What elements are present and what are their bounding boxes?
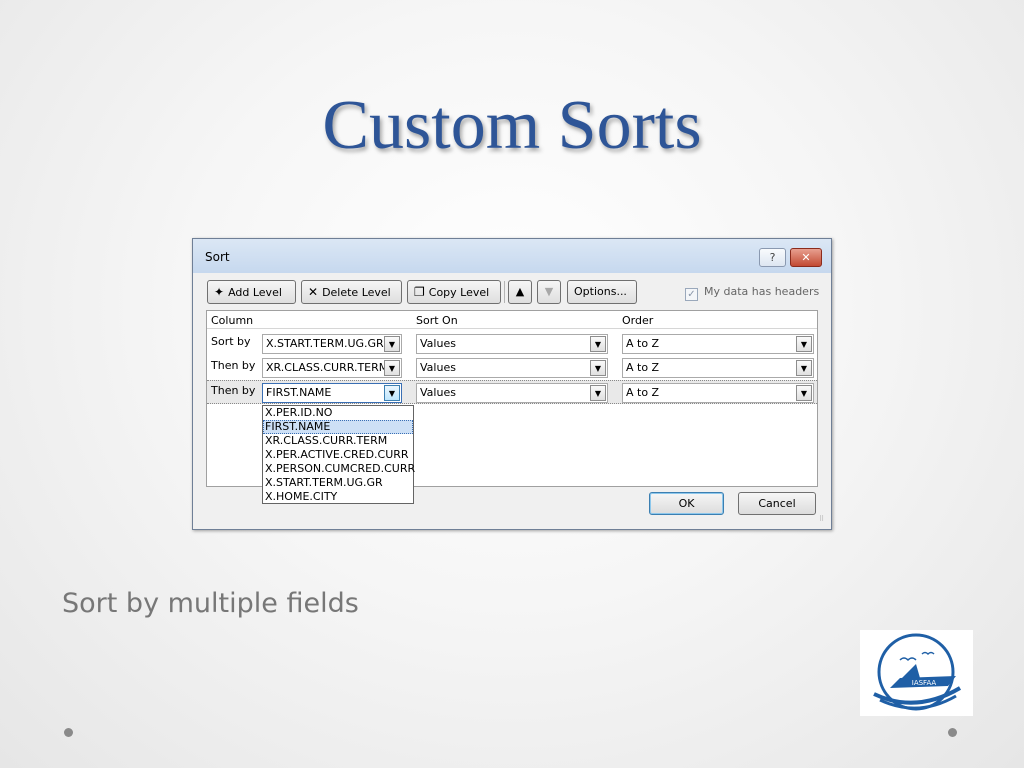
dropdown-arrow-icon[interactable]: ▼ [796,360,812,376]
order-select[interactable]: A to Z ▼ [622,383,814,403]
dropdown-arrow-icon[interactable]: ▼ [796,385,812,401]
logo-text: IASFAA [912,679,937,687]
delete-level-button[interactable]: ✕ Delete Level [301,280,402,304]
move-up-button[interactable]: ▲ [508,280,532,304]
add-level-button[interactable]: ✦ Add Level [207,280,296,304]
nav-dot-right [948,728,957,737]
dropdown-arrow-icon[interactable]: ▼ [590,360,606,376]
dropdown-option[interactable]: X.HOME.CITY [263,490,413,504]
headers-checkbox-label: My data has headers [704,285,820,298]
add-level-icon: ✦ [214,285,225,299]
dropdown-option[interactable]: X.PERSON.CUMCRED.CURR [263,462,415,476]
order-header: Order [622,314,654,327]
cancel-button[interactable]: Cancel [738,492,816,515]
column-select[interactable]: X.START.TERM.UG.GR ▼ [262,334,402,354]
add-level-label: Add Level [228,286,282,299]
dialog-title: Sort [205,250,230,264]
dropdown-option[interactable]: X.START.TERM.UG.GR [263,476,413,490]
column-select[interactable]: XR.CLASS.CURR.TERM ▼ [262,358,402,378]
headers-checkbox-wrap[interactable]: ✓ My data has headers [685,285,819,301]
sort-on-select[interactable]: Values ▼ [416,334,608,354]
row-label: Sort by [211,335,251,348]
move-down-button[interactable]: ▼ [537,280,561,304]
copy-icon: ❐ [414,285,425,299]
sort-level-row-selected[interactable]: Then by FIRST.NAME ▼ Values ▼ A to Z ▼ [207,380,817,404]
sort-level-row[interactable]: Sort by X.START.TERM.UG.GR ▼ Values ▼ A to… [207,332,817,356]
dropdown-arrow-icon[interactable]: ▼ [590,336,606,352]
dropdown-option[interactable]: FIRST.NAME [263,420,413,434]
move-down-icon: ▼ [544,285,554,298]
delete-level-label: Delete Level [322,286,391,299]
sort-on-header: Sort On [416,314,458,327]
ok-button[interactable]: OK [649,492,724,515]
dropdown-option[interactable]: XR.CLASS.CURR.TERM [263,434,413,448]
order-select[interactable]: A to Z ▼ [622,358,814,378]
options-button[interactable]: Options... [567,280,637,304]
copy-level-label: Copy Level [428,286,490,299]
order-value: A to Z [626,386,660,399]
column-value: XR.CLASS.CURR.TERM [266,361,389,374]
sort-dialog: Sort ? ✕ ✦ Add Level ✕ Delete Level ❐ Copy … [192,238,832,530]
dropdown-arrow-icon[interactable]: ▼ [590,385,606,401]
sort-on-select[interactable]: Values ▼ [416,383,608,403]
column-value: FIRST.NAME [266,386,332,399]
column-value: X.START.TERM.UG.GR [266,337,384,350]
row-label: Then by [211,384,256,397]
grid-header: Column Sort On Order [207,311,817,329]
sort-on-value: Values [420,361,456,374]
close-button[interactable]: ✕ [790,248,822,267]
row-label: Then by [211,359,256,372]
headers-checkbox[interactable]: ✓ [685,288,698,301]
sort-on-select[interactable]: Values ▼ [416,358,608,378]
slide-subtitle: Sort by multiple fields [62,588,359,619]
dropdown-option[interactable]: X.PER.ACTIVE.CRED.CURR [263,448,413,462]
move-up-icon: ▲ [515,285,525,298]
dropdown-arrow-icon[interactable]: ▼ [384,360,400,376]
delete-x-icon: ✕ [308,285,319,299]
order-value: A to Z [626,361,660,374]
copy-level-button[interactable]: ❐ Copy Level [407,280,501,304]
dropdown-arrow-icon[interactable]: ▼ [384,336,400,352]
slide-title: Custom Sorts [322,87,702,164]
sort-on-value: Values [420,386,456,399]
dropdown-arrow-icon[interactable]: ▼ [796,336,812,352]
column-dropdown-list: X.PER.ID.NO FIRST.NAME XR.CLASS.CURR.TERM X… [262,405,415,504]
dropdown-arrow-icon[interactable]: ▼ [384,385,400,401]
nav-dot-left [64,728,73,737]
column-header: Column [211,314,254,327]
sort-on-value: Values [420,337,456,350]
order-select[interactable]: A to Z ▼ [622,334,814,354]
sort-level-row[interactable]: Then by XR.CLASS.CURR.TERM ▼ Values ▼ A to… [207,356,817,380]
dialog-titlebar: Sort ? ✕ [193,239,831,273]
iasfaa-logo: IASFAA [860,630,973,716]
logo-graphic: IASFAA [873,633,962,711]
order-value: A to Z [626,337,660,350]
toolbar-separator [504,281,505,303]
resize-grip-icon[interactable]: ⠿ [819,516,829,527]
column-select[interactable]: FIRST.NAME ▼ [262,383,402,403]
dropdown-option[interactable]: X.PER.ID.NO [263,406,413,420]
help-button[interactable]: ? [759,248,786,267]
